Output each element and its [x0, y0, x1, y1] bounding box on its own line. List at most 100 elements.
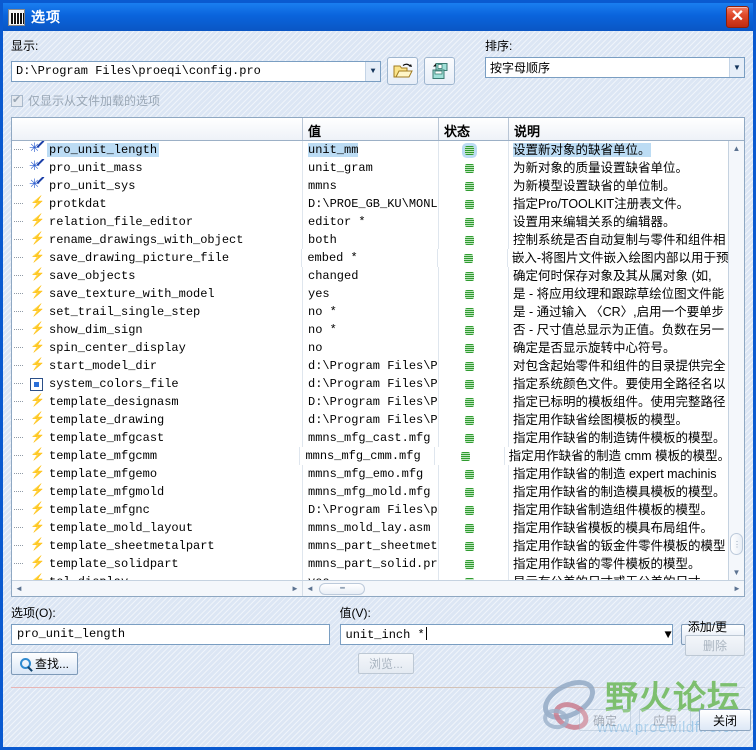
table-row[interactable]: template_mfgmold mmns_mfg_mold.mfg 指定用作缺省的…	[12, 483, 728, 501]
cell-value[interactable]: unit_gram	[303, 159, 439, 177]
apply-button[interactable]: 应用	[639, 709, 691, 731]
cell-value[interactable]: mmns_mold_lay.asm	[303, 519, 439, 537]
cell-value[interactable]: d:\Program Files\P...	[303, 375, 439, 393]
table-row[interactable]: save_objects changed 确定何时保存对象及其从属对象 (如,	[12, 267, 728, 285]
cell-value[interactable]: d:\Program Files\P...	[303, 411, 439, 429]
cell-value[interactable]: changed	[303, 267, 439, 285]
cell-option-name[interactable]: save_texture_with_model	[12, 285, 303, 303]
table-row[interactable]: system_colors_file d:\Program Files\P... 指…	[12, 375, 728, 393]
cell-option-name[interactable]: protkdat	[12, 195, 303, 213]
cell-option-name[interactable]: set_trail_single_step	[12, 303, 303, 321]
table-row[interactable]: show_dim_sign no * 否 - 尺寸值总显示为正值。负数在另一	[12, 321, 728, 339]
table-row[interactable]: save_texture_with_model yes 是 - 将应用纹理和跟踪草绘…	[12, 285, 728, 303]
cell-option-name[interactable]: template_mfgnc	[12, 501, 303, 519]
cell-value[interactable]: D:\Program Files\p...	[303, 501, 439, 519]
hscroll-left-icon-2[interactable]: ◄	[303, 581, 317, 596]
column-header-value[interactable]: 值	[303, 118, 439, 140]
sort-order-combo[interactable]: 按字母顺序 ▼	[485, 57, 745, 78]
cell-option-name[interactable]: template_mfgmold	[12, 483, 303, 501]
cell-option-name[interactable]: relation_file_editor	[12, 213, 303, 231]
table-row[interactable]: tol_displayyes 显示有公差的尺寸或无公差的尺寸。	[12, 573, 728, 580]
table-row[interactable]: template_mfgemo mmns_mfg_emo.mfg 指定用作缺省的制造…	[12, 465, 728, 483]
cell-value[interactable]: D:\Program Files\P...	[303, 393, 439, 411]
cell-option-name[interactable]: show_dim_sign	[12, 321, 303, 339]
cell-value[interactable]: mmns_mfg_cmm.mfg	[300, 447, 436, 465]
vscroll-thumb[interactable]: ⋮	[730, 533, 743, 555]
column-header-description[interactable]: 说明	[509, 118, 744, 140]
cell-value[interactable]: mmns_part_solid.prt	[303, 555, 439, 573]
table-row[interactable]: template_drawing d:\Program Files\P... 指定用…	[12, 411, 728, 429]
cell-value[interactable]: yes	[303, 285, 439, 303]
filter-checkbox-row[interactable]: 仅显示从文件加载的选项	[11, 92, 745, 109]
cell-value[interactable]: mmns_mfg_emo.mfg	[303, 465, 439, 483]
scroll-up-icon[interactable]: ▲	[729, 141, 744, 156]
table-row[interactable]: template_mfgcmm mmns_mfg_cmm.mfg 指定用作缺省的制造…	[12, 447, 728, 465]
cell-option-name[interactable]: template_solidpart	[12, 555, 303, 573]
cell-option-name[interactable]: spin_center_display	[12, 339, 303, 357]
option-input[interactable]: pro_unit_length	[11, 624, 330, 645]
open-folder-button[interactable]	[387, 57, 418, 85]
cell-option-name[interactable]: pro_unit_length	[12, 141, 303, 159]
cell-option-name[interactable]: template_drawing	[12, 411, 303, 429]
table-row[interactable]: relation_file_editor editor * 设置用来编辑关系的编辑器…	[12, 213, 728, 231]
hscroll-left-icon-1[interactable]: ◄	[12, 581, 26, 596]
chevron-down-icon[interactable]: ▼	[365, 61, 380, 81]
cell-value[interactable]: unit_mm	[303, 141, 439, 159]
cell-option-name[interactable]: template_sheetmetalpart	[12, 537, 303, 555]
column-header-status[interactable]: 状态	[439, 118, 509, 140]
table-row[interactable]: pro_unit_sys mmns 为新模型设置缺省的单位制。	[12, 177, 728, 195]
cell-value[interactable]: mmns	[303, 177, 439, 195]
cell-value[interactable]: no *	[303, 321, 439, 339]
cell-option-name[interactable]: start_model_dir	[12, 357, 303, 375]
cell-option-name[interactable]: template_mold_layout	[12, 519, 303, 537]
cell-option-name[interactable]: pro_unit_sys	[12, 177, 303, 195]
table-row[interactable]: template_designasm D:\Program Files\P... 指…	[12, 393, 728, 411]
table-row[interactable]: protkdat D:\PROE_GB_KU\MONL... 指定Pro/TOOLK…	[12, 195, 728, 213]
cell-value[interactable]: d:\Program Files\P...	[303, 357, 439, 375]
table-row[interactable]: pro_unit_length unit_mm 设置新对象的缺省单位。	[12, 141, 728, 159]
cell-option-name[interactable]: template_mfgemo	[12, 465, 303, 483]
close-icon[interactable]: ✕	[726, 6, 749, 28]
cell-option-name[interactable]: save_drawing_picture_file	[12, 249, 303, 267]
table-row[interactable]: rename_drawings_with_object both 控制系统是否自动复…	[12, 231, 728, 249]
horizontal-scrollbar[interactable]: ◄ ► ◄ ▪▪▪ ►	[12, 580, 744, 596]
close-button[interactable]: 关闭	[699, 709, 751, 731]
cell-value[interactable]: mmns_part_sheetmet...	[303, 537, 439, 555]
table-row[interactable]: save_drawing_picture_file embed * 嵌入-将图片文件…	[12, 249, 728, 267]
table-row[interactable]: template_mfgnc D:\Program Files\p... 指定用作缺…	[12, 501, 728, 519]
cell-value[interactable]: mmns_mfg_cast.mfg	[303, 429, 439, 447]
table-row[interactable]: template_mfgcast mmns_mfg_cast.mfg 指定用作缺省的…	[12, 429, 728, 447]
scroll-down-icon[interactable]: ▼	[729, 565, 744, 580]
hscroll-right-icon-2[interactable]: ►	[730, 581, 744, 596]
cell-option-name[interactable]: rename_drawings_with_object	[12, 231, 303, 249]
chevron-down-icon[interactable]: ▼	[664, 628, 671, 642]
cell-option-name[interactable]: save_objects	[12, 267, 303, 285]
cell-value[interactable]: yes	[303, 573, 439, 580]
table-row[interactable]: template_solidpart mmns_part_solid.prt 指定用…	[12, 555, 728, 573]
cell-value[interactable]: embed *	[302, 249, 439, 267]
vertical-scrollbar[interactable]: ▲ ⋮ ▼	[728, 141, 744, 580]
display-file-combo[interactable]: D:\Program Files\proeqi\config.pro ▼	[11, 60, 381, 82]
table-row[interactable]: spin_center_display no 确定是否显示旋转中心符号。	[12, 339, 728, 357]
cell-option-name[interactable]: template_mfgcast	[12, 429, 303, 447]
hscroll-thumb[interactable]: ▪▪▪	[319, 582, 365, 595]
hscroll-right-icon-1[interactable]: ►	[288, 581, 302, 596]
table-row[interactable]: pro_unit_mass unit_gram 为新对象的质量设置缺省单位。	[12, 159, 728, 177]
table-row[interactable]: start_model_dir d:\Program Files\P... 对包含起…	[12, 357, 728, 375]
cell-value[interactable]: no *	[303, 303, 439, 321]
save-file-button[interactable]	[424, 57, 455, 85]
chevron-down-icon[interactable]: ▼	[729, 58, 744, 77]
find-button[interactable]: 查找...	[11, 652, 79, 675]
cell-value[interactable]: mmns_mfg_mold.mfg	[303, 483, 439, 501]
vscroll-track[interactable]: ⋮	[729, 156, 744, 565]
cell-option-name[interactable]: pro_unit_mass	[12, 159, 303, 177]
cell-value[interactable]: editor *	[303, 213, 439, 231]
cell-option-name[interactable]: tol_display	[12, 573, 303, 580]
cell-value[interactable]: D:\PROE_GB_KU\MONL...	[303, 195, 439, 213]
cell-option-name[interactable]: template_mfgcmm	[12, 447, 301, 465]
table-row[interactable]: template_sheetmetalpart mmns_part_sheetme…	[12, 537, 728, 555]
table-row[interactable]: set_trail_single_step no * 是 - 通过输入 〈CR〉,启…	[12, 303, 728, 321]
column-header-name[interactable]	[12, 118, 303, 140]
ok-button[interactable]: 确定	[579, 709, 631, 731]
value-input[interactable]: unit_inch * ▼	[339, 624, 673, 645]
